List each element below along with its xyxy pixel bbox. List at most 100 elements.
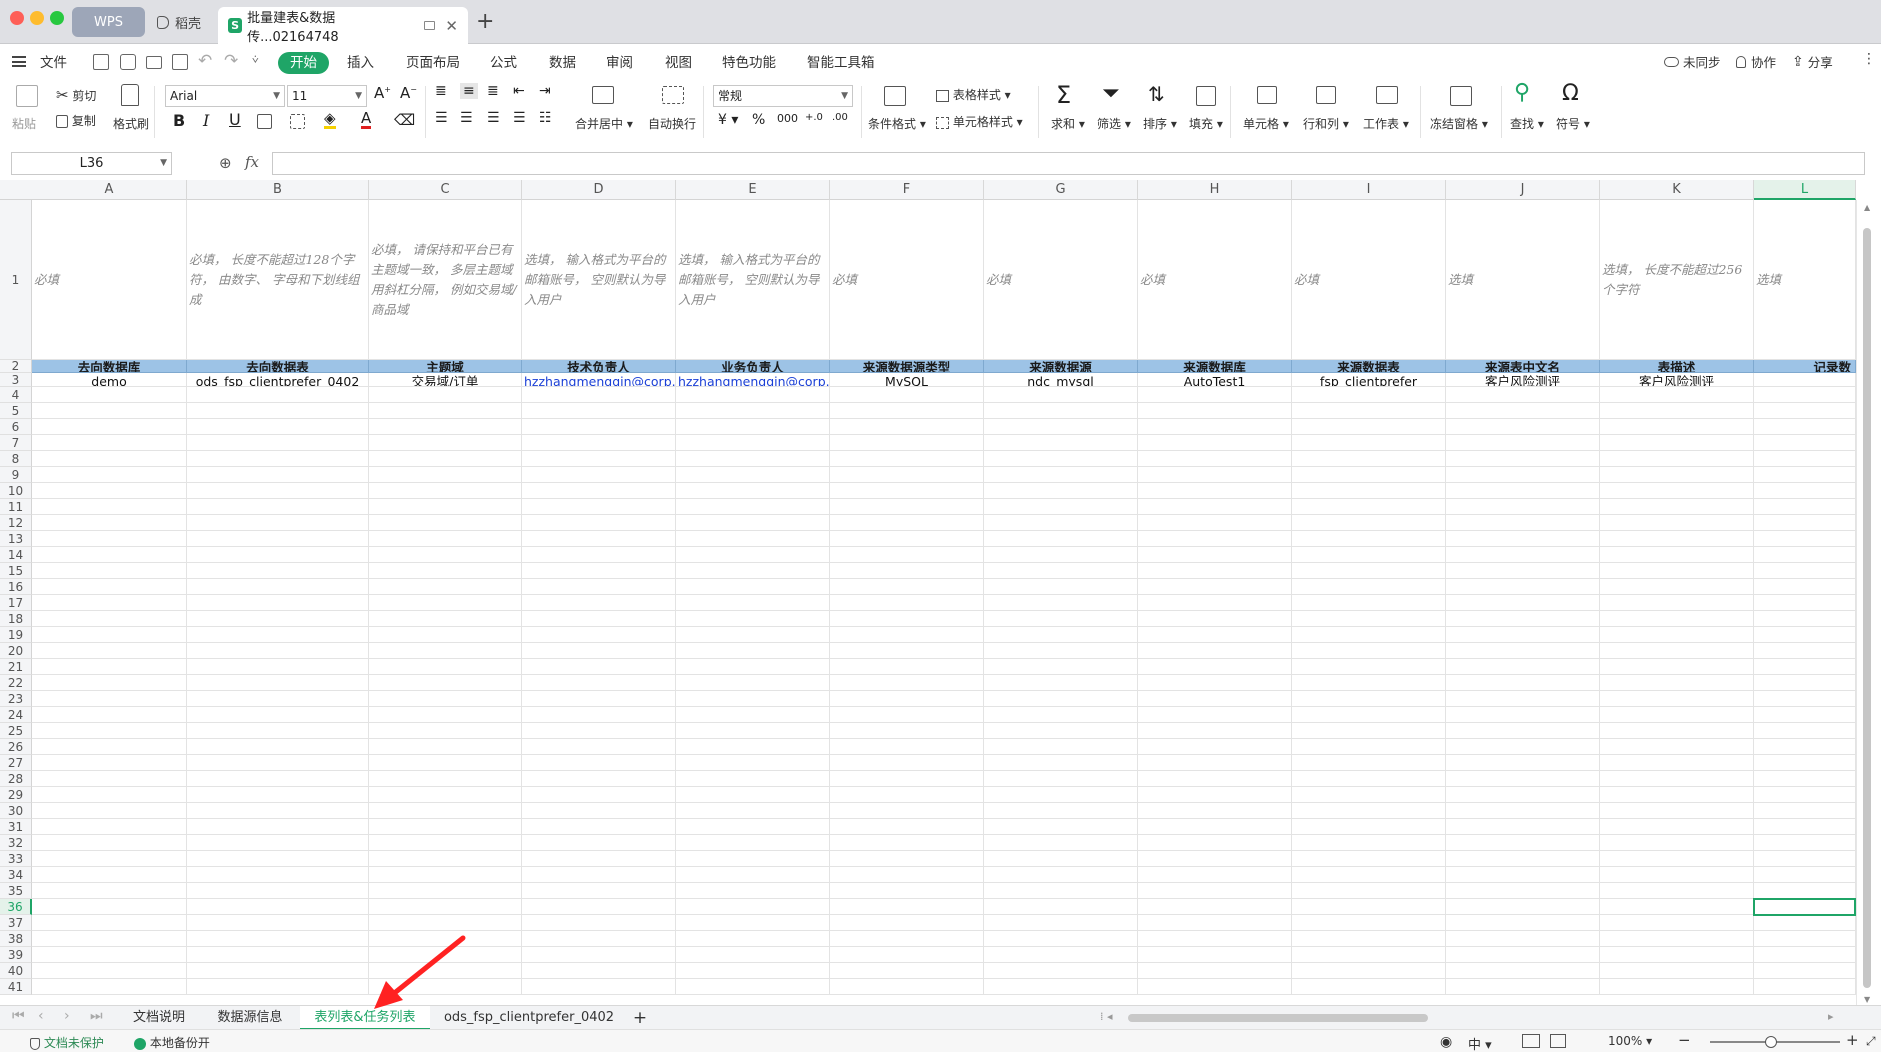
italic-icon[interactable]: I <box>203 111 209 130</box>
cell-h8[interactable] <box>1138 451 1292 467</box>
cell-f7[interactable] <box>830 435 984 451</box>
align-center-icon[interactable]: ☰ <box>460 110 473 126</box>
cell-b17[interactable] <box>187 595 369 611</box>
sheet-tab-datasource[interactable]: 数据源信息 <box>204 1006 296 1030</box>
cell-h41[interactable] <box>1138 979 1292 995</box>
cell-a36[interactable] <box>32 899 187 915</box>
row-header-5[interactable]: 5 <box>0 403 32 419</box>
cell-j13[interactable] <box>1446 531 1600 547</box>
cell-l19[interactable] <box>1754 627 1856 643</box>
row-header-6[interactable]: 6 <box>0 419 32 435</box>
cell-l3[interactable] <box>1754 373 1856 387</box>
row-header-3[interactable]: 3 <box>0 373 32 387</box>
cell-i21[interactable] <box>1292 659 1446 675</box>
cell-a29[interactable] <box>32 787 187 803</box>
cell-button[interactable]: 单元格 ▾ <box>1243 115 1289 132</box>
row-column-icon[interactable] <box>1316 86 1336 104</box>
row-header-12[interactable]: 12 <box>0 515 32 531</box>
row-header-22[interactable]: 22 <box>0 675 32 691</box>
cell-i3[interactable]: fsp_clientprefer <box>1292 373 1446 387</box>
filter-button[interactable]: 筛选 ▾ <box>1097 115 1131 132</box>
cell-b30[interactable] <box>187 803 369 819</box>
cell-e13[interactable] <box>676 531 830 547</box>
cell-f30[interactable] <box>830 803 984 819</box>
cell-i26[interactable] <box>1292 739 1446 755</box>
cell-k30[interactable] <box>1600 803 1754 819</box>
cell-c5[interactable] <box>369 403 522 419</box>
cell-d31[interactable] <box>522 819 676 835</box>
cell-c10[interactable] <box>369 483 522 499</box>
cell-d40[interactable] <box>522 963 676 979</box>
cell-d37[interactable] <box>522 915 676 931</box>
cell-g27[interactable] <box>984 755 1138 771</box>
merge-center-button[interactable]: 合并居中 ▾ <box>575 115 633 132</box>
cell-i5[interactable] <box>1292 403 1446 419</box>
cell-e27[interactable] <box>676 755 830 771</box>
row-header-34[interactable]: 34 <box>0 867 32 883</box>
cell-e36[interactable] <box>676 899 830 915</box>
cell-e28[interactable] <box>676 771 830 787</box>
cell-h38[interactable] <box>1138 931 1292 947</box>
row-header-31[interactable]: 31 <box>0 819 32 835</box>
worksheet-icon[interactable] <box>1376 86 1398 104</box>
cell-j36[interactable] <box>1446 899 1600 915</box>
row-header-23[interactable]: 23 <box>0 691 32 707</box>
cell-c36[interactable] <box>369 899 522 915</box>
cell-g21[interactable] <box>984 659 1138 675</box>
cell-a32[interactable] <box>32 835 187 851</box>
menu-insert[interactable]: 插入 <box>347 52 374 74</box>
cell-h7[interactable] <box>1138 435 1292 451</box>
cell-e7[interactable] <box>676 435 830 451</box>
cell-h12[interactable] <box>1138 515 1292 531</box>
cell-icon[interactable] <box>1257 86 1277 104</box>
cell-f11[interactable] <box>830 499 984 515</box>
eraser-icon[interactable]: ⌫ <box>394 111 415 129</box>
cell-j16[interactable] <box>1446 579 1600 595</box>
save-icon[interactable] <box>93 54 109 70</box>
sheet-tab-doc-notes[interactable]: 文档说明 <box>118 1006 200 1030</box>
row-header-16[interactable]: 16 <box>0 579 32 595</box>
input-method-icon[interactable]: 中 ▾ <box>1468 1034 1492 1053</box>
minimize-window-button[interactable] <box>30 11 44 25</box>
cell-style-button[interactable]: 单元格样式 ▾ <box>936 113 1023 130</box>
cell-h37[interactable] <box>1138 915 1292 931</box>
font-size-select[interactable]: 11 ▼ <box>287 85 367 107</box>
cell-k37[interactable] <box>1600 915 1754 931</box>
cell-g33[interactable] <box>984 851 1138 867</box>
cell-g13[interactable] <box>984 531 1138 547</box>
cell-h16[interactable] <box>1138 579 1292 595</box>
row-header-17[interactable]: 17 <box>0 595 32 611</box>
cell-g10[interactable] <box>984 483 1138 499</box>
cell-e39[interactable] <box>676 947 830 963</box>
column-header-f[interactable]: F <box>830 180 984 200</box>
cell-e16[interactable] <box>676 579 830 595</box>
cell-c27[interactable] <box>369 755 522 771</box>
cell-k11[interactable] <box>1600 499 1754 515</box>
cell-j14[interactable] <box>1446 547 1600 563</box>
row-header-41[interactable]: 41 <box>0 979 32 995</box>
cell-h3[interactable]: AutoTest1 <box>1138 373 1292 387</box>
cell-h36[interactable] <box>1138 899 1292 915</box>
cell-g6[interactable] <box>984 419 1138 435</box>
table-style-button[interactable]: 表格样式 ▾ <box>936 86 1011 103</box>
cell-e40[interactable] <box>676 963 830 979</box>
cell-d13[interactable] <box>522 531 676 547</box>
column-header-d[interactable]: D <box>522 180 676 200</box>
cell-f10[interactable] <box>830 483 984 499</box>
column-header-a[interactable]: A <box>32 180 187 200</box>
cell-b26[interactable] <box>187 739 369 755</box>
cell-a20[interactable] <box>32 643 187 659</box>
cell-c19[interactable] <box>369 627 522 643</box>
cell-d23[interactable] <box>522 691 676 707</box>
cell-e11[interactable] <box>676 499 830 515</box>
cell-j24[interactable] <box>1446 707 1600 723</box>
menu-special-features[interactable]: 特色功能 <box>722 52 776 74</box>
cell-j28[interactable] <box>1446 771 1600 787</box>
cell-b3[interactable]: ods_fsp_clientprefer_0402 <box>187 373 369 387</box>
cell-k40[interactable] <box>1600 963 1754 979</box>
row-header-25[interactable]: 25 <box>0 723 32 739</box>
row-header-37[interactable]: 37 <box>0 915 32 931</box>
cell-b27[interactable] <box>187 755 369 771</box>
cell-a8[interactable] <box>32 451 187 467</box>
cell-g4[interactable] <box>984 387 1138 403</box>
